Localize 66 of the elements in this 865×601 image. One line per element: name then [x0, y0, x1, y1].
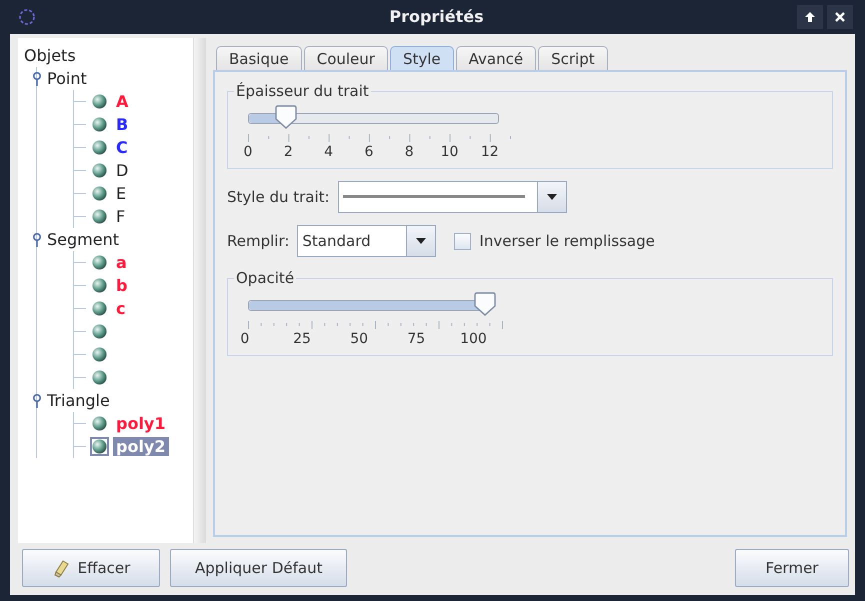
- tick-label: 100: [459, 331, 488, 347]
- tree-group-label[interactable]: Segment: [47, 230, 119, 249]
- tick-label: 75: [406, 331, 426, 347]
- tree-group-label[interactable]: Point: [47, 69, 87, 88]
- globe-icon: [92, 163, 107, 178]
- tick-label: 6: [363, 144, 374, 160]
- tree-item[interactable]: E: [113, 184, 130, 203]
- field-label: Remplir:: [227, 232, 290, 250]
- tree-item[interactable]: C: [113, 138, 131, 157]
- tick-label: 10: [440, 144, 460, 160]
- tree-item[interactable]: F: [113, 207, 128, 226]
- close-icon: [834, 11, 846, 23]
- globe-icon: [92, 140, 107, 155]
- tree-item[interactable]: B: [113, 115, 132, 134]
- tab[interactable]: Couleur: [304, 46, 388, 70]
- tree-group-label[interactable]: Triangle: [47, 391, 110, 410]
- keep-above-button[interactable]: [797, 5, 823, 29]
- tick-label: 8: [404, 144, 415, 160]
- fill-dropdown[interactable]: Standard: [297, 225, 436, 257]
- dialog-button[interactable]: Effacer: [22, 549, 160, 587]
- dialog-button[interactable]: Appliquer Défaut: [170, 549, 348, 587]
- checkbox-label: Inverser le remplissage: [479, 232, 655, 250]
- expanded-handle-icon[interactable]: [31, 392, 43, 408]
- tab[interactable]: Basique: [216, 46, 302, 70]
- app-icon: [18, 8, 36, 26]
- tab[interactable]: Style: [390, 46, 454, 70]
- dialog-button[interactable]: Fermer: [735, 549, 849, 587]
- tree-item[interactable]: c: [113, 299, 128, 318]
- tick-label: 4: [323, 144, 334, 160]
- globe-icon: [92, 117, 107, 132]
- group-title: Épaisseur du trait: [235, 82, 370, 100]
- group-title: Opacité: [235, 269, 296, 287]
- tree-item[interactable]: A: [113, 92, 132, 111]
- line-style-dropdown[interactable]: [338, 181, 567, 213]
- tree-item[interactable]: b: [113, 276, 130, 295]
- close-button[interactable]: [827, 5, 853, 29]
- caret-icon: [546, 193, 558, 201]
- globe-icon: [92, 278, 107, 293]
- expanded-handle-icon[interactable]: [31, 232, 43, 248]
- tick-label: 50: [349, 331, 370, 347]
- tab[interactable]: Avancé: [456, 46, 536, 70]
- globe-icon: [92, 301, 107, 316]
- window-title: Propriétés: [388, 6, 485, 28]
- caret-icon: [415, 237, 428, 245]
- checkbox[interactable]: [454, 232, 472, 250]
- tree-item[interactable]: poly1: [113, 414, 168, 433]
- tick-label: 0: [239, 331, 250, 347]
- globe-icon: [92, 439, 107, 454]
- slider-thumb[interactable]: [474, 292, 496, 316]
- field-label: Style du trait:: [227, 188, 330, 206]
- globe-icon: [92, 255, 107, 270]
- globe-icon: [92, 94, 107, 109]
- globe-icon: [92, 416, 107, 431]
- globe-icon: [92, 209, 107, 224]
- tree-item[interactable]: D: [113, 161, 132, 180]
- expanded-handle-icon[interactable]: [31, 70, 43, 86]
- tree-item[interactable]: a: [113, 253, 130, 272]
- tick-label: 0: [242, 144, 254, 160]
- globe-icon: [92, 186, 107, 201]
- tick-label: 2: [282, 144, 294, 160]
- tab[interactable]: Script: [538, 46, 608, 70]
- tick-label: 12: [480, 144, 500, 160]
- slider-thumb[interactable]: [275, 104, 298, 128]
- tree-root-label: Objets: [24, 45, 77, 67]
- tick-label: 25: [292, 331, 312, 347]
- up-arrow-icon: [804, 11, 816, 23]
